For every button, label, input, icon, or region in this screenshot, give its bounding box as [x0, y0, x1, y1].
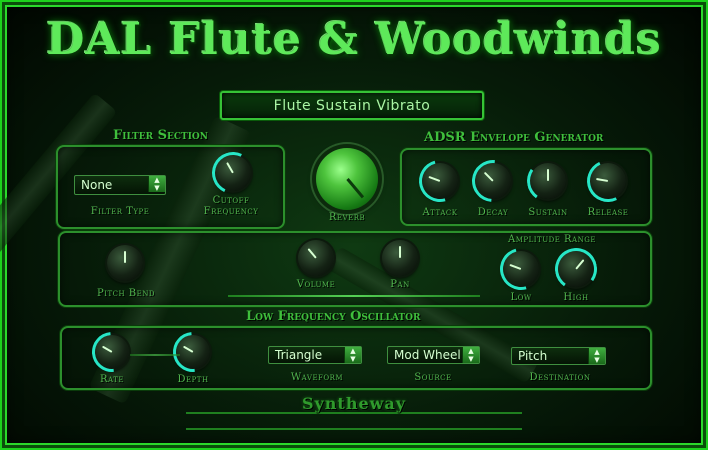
reverb-knob[interactable] — [316, 148, 378, 210]
waveform-select[interactable]: Triangle ▲ ▼ — [268, 346, 362, 364]
destination-value: Pitch — [518, 349, 548, 363]
sustain-knob[interactable] — [523, 156, 573, 206]
knob-pointer — [547, 169, 549, 181]
source-select[interactable]: Mod Wheel ▲ ▼ — [387, 346, 480, 364]
amplitude-low-label: Low — [510, 292, 532, 303]
syntheway-logo: Syntheway — [301, 394, 407, 413]
spinner-arrows-icon[interactable]: ▲ ▼ — [588, 348, 605, 364]
filter-section-title: Filter Section — [113, 128, 208, 143]
sustain-label: Sustain — [528, 207, 568, 218]
volume-knob[interactable] — [298, 240, 334, 276]
volume-label: Volume — [296, 279, 336, 290]
release-knob[interactable] — [581, 154, 635, 208]
attack-label: Attack — [422, 207, 458, 218]
spinner-arrows-icon[interactable]: ▲ ▼ — [148, 176, 165, 192]
source-label: Source — [414, 372, 452, 383]
release-label: Release — [587, 207, 629, 218]
filter-type-select[interactable]: None ▲ ▼ — [74, 175, 166, 195]
amplitude-range-label: Amplitude Range — [508, 234, 596, 245]
destination-label: Destination — [529, 372, 591, 383]
knob-pointer — [124, 251, 126, 263]
preset-selector[interactable]: Flute Sustain Vibrato — [220, 91, 484, 120]
knob-pointer — [345, 178, 364, 199]
lfo-depth-knob[interactable] — [164, 323, 222, 381]
amplitude-high-knob[interactable] — [551, 244, 601, 294]
lfo-rate-label: Rate — [100, 374, 124, 385]
amplitude-high-label: High — [563, 292, 589, 303]
waveform-label: Waveform — [290, 372, 344, 383]
lfo-depth-label: Depth — [177, 374, 209, 385]
reverb-label: Reverb — [328, 212, 366, 223]
brand-bar — [186, 412, 522, 430]
filter-type-label: Filter Type — [90, 206, 150, 217]
decay-label: Decay — [477, 207, 509, 218]
cutoff-frequency-knob[interactable] — [206, 146, 260, 200]
cutoff-label: Cutoff — [212, 195, 250, 206]
frequency-label: Frequency — [203, 206, 259, 217]
pan-label: Pan — [390, 279, 410, 290]
filter-type-value: None — [81, 178, 113, 192]
app-title: DAL Flute & Woodwinds — [46, 14, 662, 65]
lfo-section-title: Low Frequency Oscillator — [246, 309, 421, 324]
spinner-arrows-icon[interactable]: ▲ ▼ — [344, 347, 361, 363]
knob-pointer — [399, 246, 401, 258]
pan-knob[interactable] — [382, 240, 418, 276]
decay-knob[interactable] — [463, 151, 523, 211]
spinner-arrows-icon[interactable]: ▲ ▼ — [462, 347, 479, 363]
pitch-bend-knob[interactable] — [107, 245, 143, 281]
lfo-rate-knob[interactable] — [83, 323, 141, 381]
waveform-value: Triangle — [275, 348, 323, 362]
amplitude-low-knob[interactable] — [492, 240, 550, 298]
destination-select[interactable]: Pitch ▲ ▼ — [511, 347, 606, 365]
lfo-divider — [130, 354, 180, 356]
pitch-bend-label: Pitch Bend — [97, 288, 155, 299]
source-value: Mod Wheel — [394, 348, 461, 362]
knob-pointer — [307, 248, 317, 259]
plugin-window: DAL Flute & Woodwinds Flute Sustain Vibr… — [0, 0, 708, 450]
adsr-section-title: ADSR Envelope Generator — [424, 130, 604, 145]
attack-knob[interactable] — [411, 152, 469, 210]
volume-pan-divider — [228, 295, 480, 297]
